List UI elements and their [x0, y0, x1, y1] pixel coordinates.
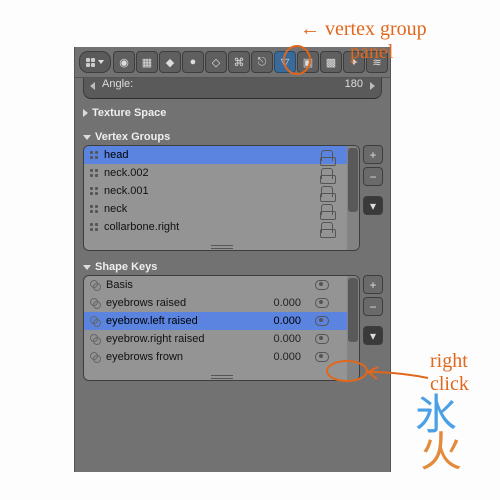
vertex-group-row[interactable]: neck.002: [84, 164, 359, 182]
texture-space-section: Texture Space: [83, 105, 382, 121]
lock-icon[interactable]: [321, 204, 333, 215]
shape-key-icon: [90, 352, 100, 362]
vertex-group-row[interactable]: neck.001: [84, 182, 359, 200]
vertex-group-icon: [90, 151, 98, 159]
vertex-group-name: neck.001: [104, 185, 315, 197]
vertex-group-name: head: [104, 149, 315, 161]
vertex-group-name: collarbone.right: [104, 221, 315, 233]
editor-type-selector[interactable]: [79, 51, 111, 73]
vertex-groups-icon[interactable]: ▽: [274, 51, 296, 73]
lock-icon[interactable]: [321, 150, 333, 161]
add-button[interactable]: +: [363, 145, 383, 164]
shape-key-name: eyebrow.left raised: [106, 315, 259, 327]
mute-icon[interactable]: [315, 316, 329, 326]
vertex-groups-title: Vertex Groups: [95, 131, 170, 143]
glyph-fire: 火: [420, 432, 462, 474]
shape-keys-header[interactable]: Shape Keys: [83, 259, 382, 275]
particles-icon[interactable]: ✦: [343, 51, 365, 73]
shape-key-row[interactable]: eyebrow.right raised 0.000: [84, 330, 359, 348]
shape-keys-section: Shape Keys Basiseyebrows raised0.000eyeb…: [83, 259, 382, 381]
lock-icon[interactable]: [321, 222, 333, 233]
properties-panel: ◉▦◆●◇⌘⎋▽▣▩✦≋ Angle: 180 Texture Space Ve…: [74, 47, 391, 472]
object-icon[interactable]: ◇: [205, 51, 227, 73]
shape-keys-list[interactable]: Basiseyebrows raised0.000eyebrow.left ra…: [83, 275, 360, 381]
physics-icon[interactable]: ≋: [366, 51, 388, 73]
disclosure-triangle-icon: [83, 135, 91, 140]
shape-key-value: 0.000: [265, 333, 301, 345]
resize-handle[interactable]: [84, 243, 359, 250]
scrollbar[interactable]: [347, 146, 359, 250]
layers-icon[interactable]: ▦: [136, 51, 158, 73]
vertex-group-icon: [90, 223, 98, 231]
vertex-group-name: neck: [104, 203, 315, 215]
mute-icon[interactable]: [315, 298, 329, 308]
shape-key-row[interactable]: Basis: [84, 276, 359, 294]
vertex-groups-header[interactable]: Vertex Groups: [83, 129, 382, 145]
render-icon[interactable]: ◉: [113, 51, 135, 73]
world-icon[interactable]: ●: [182, 51, 204, 73]
mute-icon[interactable]: [315, 334, 329, 344]
shape-key-row[interactable]: eyebrows raised 0.000: [84, 294, 359, 312]
textures-icon[interactable]: ▩: [320, 51, 342, 73]
scrollbar[interactable]: [347, 276, 359, 380]
disclosure-triangle-icon: [83, 109, 88, 117]
disclosure-triangle-icon: [83, 265, 91, 270]
remove-button[interactable]: −: [363, 297, 383, 316]
shape-key-icon: [90, 316, 100, 326]
lock-icon[interactable]: [321, 168, 333, 179]
annotation-right: right click: [430, 350, 469, 396]
properties-header: ◉▦◆●◇⌘⎋▽▣▩✦≋: [75, 47, 390, 78]
specials-menu-button[interactable]: ▾: [363, 196, 383, 215]
vertex-groups-section: Vertex Groups head neck.002 neck.001 neck co…: [83, 129, 382, 251]
scene-icon[interactable]: ◆: [159, 51, 181, 73]
mute-icon[interactable]: [315, 352, 329, 362]
vertex-group-row[interactable]: head: [84, 146, 359, 164]
constraints-icon[interactable]: ⌘: [228, 51, 250, 73]
shape-key-name: eyebrows raised: [106, 297, 259, 309]
shape-key-icon: [90, 280, 100, 290]
specials-menu-button[interactable]: ▾: [363, 326, 383, 345]
mute-icon[interactable]: [315, 280, 329, 290]
shape-key-name: eyebrows frown: [106, 351, 259, 363]
modifiers-icon[interactable]: ⎋: [251, 51, 273, 73]
add-button[interactable]: +: [363, 275, 383, 294]
shape-key-name: Basis: [106, 279, 259, 291]
angle-label: Angle:: [102, 78, 345, 90]
shape-key-value: 0.000: [265, 315, 301, 327]
angle-value: 180: [345, 78, 363, 90]
shape-key-row[interactable]: eyebrows frown 0.000: [84, 348, 359, 366]
chevron-down-icon: [98, 60, 104, 64]
shape-key-name: eyebrow.right raised: [106, 333, 259, 345]
vertex-group-icon: [90, 205, 98, 213]
lock-icon[interactable]: [321, 186, 333, 197]
texture-space-header[interactable]: Texture Space: [83, 105, 382, 121]
shape-key-icon: [90, 334, 100, 344]
shape-keys-title: Shape Keys: [95, 261, 157, 273]
shape-keys-controls: + − ▾: [364, 275, 382, 381]
remove-button[interactable]: −: [363, 167, 383, 186]
texture-space-title: Texture Space: [92, 107, 166, 119]
vertex-group-icon: [90, 169, 98, 177]
angle-field[interactable]: Angle: 180: [83, 78, 382, 99]
vertex-group-row[interactable]: collarbone.right: [84, 218, 359, 236]
shape-key-value: 0.000: [265, 297, 301, 309]
shape-key-icon: [90, 298, 100, 308]
vertex-group-row[interactable]: neck: [84, 200, 359, 218]
resize-handle[interactable]: [84, 373, 359, 380]
materials-icon[interactable]: ▣: [297, 51, 319, 73]
vertex-group-name: neck.002: [104, 167, 315, 179]
vertex-groups-list[interactable]: head neck.002 neck.001 neck collarbone.right: [83, 145, 360, 251]
vertex-groups-controls: + − ▾: [364, 145, 382, 251]
vertex-group-icon: [90, 187, 98, 195]
shape-key-value: 0.000: [265, 351, 301, 363]
shape-key-row[interactable]: eyebrow.left raised 0.000: [84, 312, 359, 330]
